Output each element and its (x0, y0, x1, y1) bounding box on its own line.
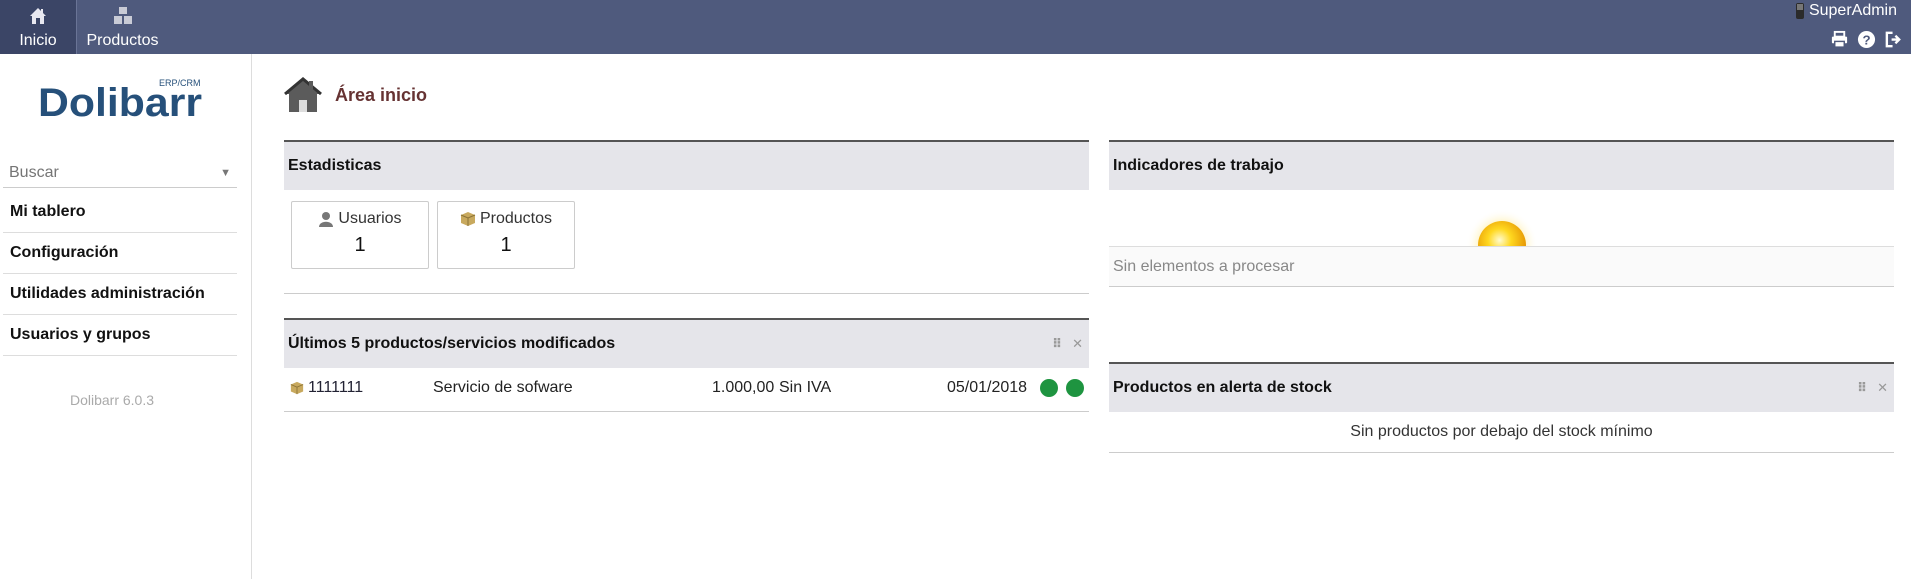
stat-card-users[interactable]: Usuarios 1 (291, 201, 429, 269)
table-row[interactable]: 1111111 Servicio de sofware 1.000,00 Sin… (284, 368, 1089, 408)
stat-users-label-row: Usuarios (292, 210, 428, 228)
stat-products-label-row: Productos (438, 210, 574, 228)
stats-title: Estadisticas (288, 157, 382, 174)
stock-alert-header: Productos en alerta de stock ⠿ ✕ (1109, 364, 1894, 412)
stat-card-products[interactable]: Productos 1 (437, 201, 575, 269)
product-tax: Sin IVA (779, 379, 832, 396)
work-indicators-empty: Sin elementos a procesar (1109, 246, 1894, 286)
last-products-tools: ⠿ ✕ (1052, 336, 1083, 352)
last-products-title: Últimos 5 productos/servicios modificado… (288, 335, 616, 352)
drag-handle-icon[interactable]: ⠿ (1857, 380, 1867, 396)
stock-alert-empty: Sin productos por debajo del stock mínim… (1350, 423, 1653, 440)
svg-text:ERP/CRM: ERP/CRM (159, 78, 201, 88)
home-icon (30, 8, 46, 24)
user-avatar-icon (1795, 3, 1804, 19)
stats-header: Estadisticas (284, 142, 1089, 190)
drag-handle-icon[interactable]: ⠿ (1052, 336, 1062, 352)
page-header: Área inicio (283, 76, 427, 114)
chevron-down-icon[interactable]: ▼ (220, 167, 231, 179)
topmenu-products-label: Productos (86, 32, 159, 49)
user-tools: ? (1830, 30, 1903, 49)
left-menu: Mi tablero Configuración Utilidades admi… (3, 192, 237, 356)
logout-icon[interactable] (1884, 30, 1903, 49)
stock-alert-box: Productos en alerta de stock ⠿ ✕ Sin pro… (1109, 362, 1894, 453)
stock-alert-tools: ⠿ ✕ (1857, 380, 1888, 396)
close-icon[interactable]: ✕ (1072, 336, 1083, 352)
product-ref-link[interactable]: 1111111 (290, 379, 363, 397)
top-menu: Inicio Productos (0, 0, 168, 54)
main-area: Área inicio Estadisticas Usuarios 1 Prod… (253, 54, 1911, 579)
close-icon[interactable]: ✕ (1877, 380, 1888, 396)
sidebar-item-setup[interactable]: Configuración (3, 233, 237, 274)
work-indicators-header: Indicadores de trabajo (1109, 142, 1894, 190)
last-products-header: Últimos 5 productos/servicios modificado… (284, 320, 1089, 368)
search-input[interactable] (9, 163, 199, 182)
product-icon (460, 212, 476, 226)
user-menu[interactable]: SuperAdmin (1795, 2, 1897, 20)
stock-alert-title: Productos en alerta de stock (1113, 379, 1332, 396)
product-description: Servicio de sofware (433, 379, 573, 396)
sidebar-item-dashboard[interactable]: Mi tablero (3, 192, 237, 233)
stat-users-label: Usuarios (338, 210, 402, 227)
sidebar-item-users-groups[interactable]: Usuarios y grupos (3, 315, 237, 356)
user-icon (319, 212, 334, 227)
topmenu-home[interactable]: Inicio (0, 0, 76, 54)
product-date: 05/01/2018 (947, 379, 1028, 396)
status-on-sale-icon (1040, 379, 1058, 397)
stat-products-value: 1 (500, 234, 512, 256)
page-title: Área inicio (335, 84, 428, 105)
stats-cards: Usuarios 1 Productos 1 (284, 190, 1089, 288)
home-icon (284, 77, 322, 112)
help-icon[interactable]: ? (1857, 30, 1876, 49)
left-sidebar: Dolibarr ERP/CRM ▼ Mi tablero Configurac… (0, 54, 252, 579)
sidebar-item-admin-tools[interactable]: Utilidades administración (3, 274, 237, 315)
last-products-box: Últimos 5 productos/servicios modificado… (284, 318, 1089, 412)
topmenu-products[interactable]: Productos (76, 0, 168, 54)
stats-box: Estadisticas Usuarios 1 Productos 1 (284, 140, 1089, 294)
svg-text:?: ? (1862, 32, 1870, 47)
product-ref: 1111111 (308, 379, 364, 396)
work-indicators-box: Indicadores de trabajo Sin elementos a p… (1109, 140, 1894, 287)
product-icon (290, 381, 304, 395)
status-on-purchase-icon (1066, 379, 1084, 397)
work-indicators-title: Indicadores de trabajo (1113, 157, 1284, 174)
app-version: Dolibarr 6.0.3 (69, 392, 155, 408)
dolibarr-logo[interactable]: Dolibarr ERP/CRM (38, 76, 208, 126)
topmenu-home-label: Inicio (19, 32, 57, 49)
print-icon[interactable] (1830, 30, 1849, 49)
product-price: 1.000,00 (712, 379, 775, 396)
boxes-icon (113, 7, 132, 24)
stat-users-value: 1 (354, 234, 366, 256)
username: SuperAdmin (1808, 2, 1897, 19)
top-bar: Inicio Productos SuperAdmin ? (0, 0, 1911, 54)
stat-products-label: Productos (479, 210, 553, 227)
search-box[interactable]: ▼ (3, 158, 237, 188)
